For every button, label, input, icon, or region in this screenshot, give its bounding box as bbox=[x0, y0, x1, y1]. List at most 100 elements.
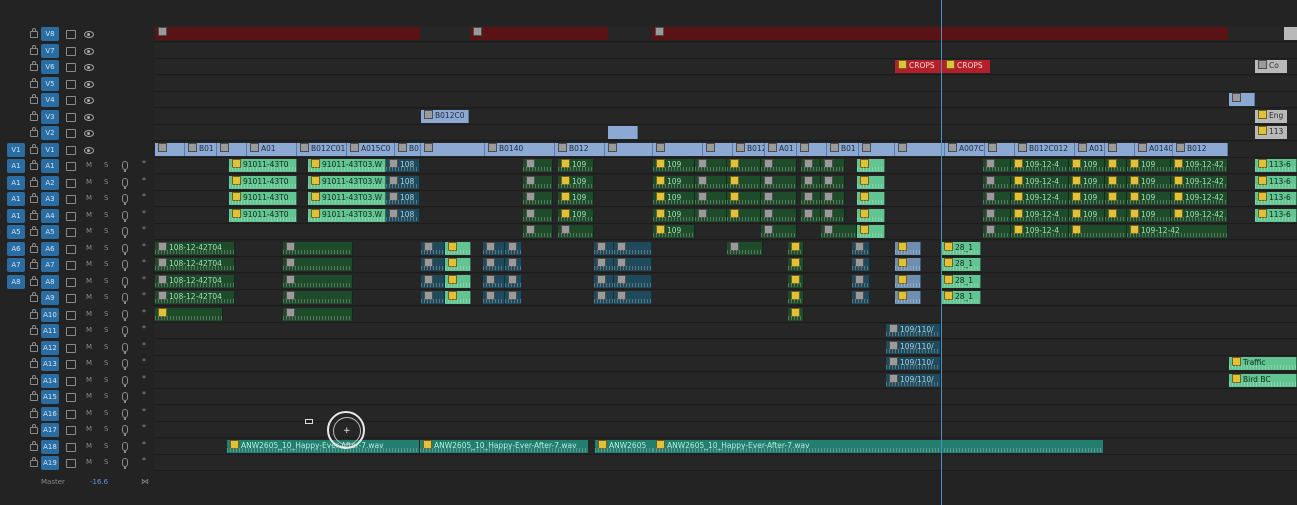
sync-lock-icon[interactable] bbox=[66, 96, 76, 105]
clip[interactable]: 109 bbox=[653, 159, 695, 172]
clip[interactable] bbox=[283, 242, 353, 255]
clip[interactable]: ANW2605 bbox=[595, 440, 653, 453]
lane-a8[interactable]: 108-12-42T04 28_1 bbox=[154, 274, 1297, 290]
clip[interactable] bbox=[155, 27, 420, 40]
clip[interactable]: 109-12-42 bbox=[1127, 225, 1228, 238]
clip[interactable]: 91011-43T03.W bbox=[308, 192, 386, 205]
sync-lock-icon[interactable] bbox=[66, 426, 76, 435]
track-target-a6[interactable]: A6 bbox=[41, 242, 59, 256]
microphone-icon[interactable] bbox=[122, 442, 128, 453]
microphone-icon[interactable] bbox=[122, 211, 128, 222]
clip[interactable] bbox=[983, 225, 1011, 238]
track-target-a2[interactable]: A2 bbox=[41, 176, 59, 190]
eye-icon[interactable] bbox=[84, 48, 94, 55]
clip[interactable] bbox=[801, 192, 821, 205]
lock-icon[interactable] bbox=[30, 342, 38, 352]
mute-button[interactable]: M bbox=[86, 260, 92, 268]
solo-button[interactable]: S bbox=[104, 178, 108, 186]
clip[interactable]: 109-12-42 bbox=[1171, 176, 1228, 189]
sync-lock-icon[interactable] bbox=[66, 80, 76, 89]
lane-v3[interactable]: B012C0 Eng bbox=[154, 109, 1297, 125]
eye-icon[interactable] bbox=[84, 114, 94, 121]
clip[interactable]: CROPS bbox=[895, 60, 943, 73]
microphone-icon[interactable] bbox=[122, 227, 128, 238]
lane-a2[interactable]: 91011-43T0 91011-43T03.W 108 109 109 109-12-4… bbox=[154, 175, 1297, 191]
lock-icon[interactable] bbox=[30, 391, 38, 401]
solo-button[interactable]: S bbox=[104, 194, 108, 202]
lock-icon[interactable] bbox=[30, 61, 38, 71]
lock-icon[interactable] bbox=[30, 226, 38, 236]
source-patch-a8[interactable]: A8 bbox=[7, 275, 25, 289]
mute-button[interactable]: M bbox=[86, 227, 92, 235]
clip[interactable]: 108-12-42T04 bbox=[155, 258, 235, 271]
lane-a5[interactable]: 109 109-12-4 109-12-42 bbox=[154, 224, 1297, 240]
track-target-a14[interactable]: A14 bbox=[41, 374, 59, 388]
clip[interactable] bbox=[695, 176, 727, 189]
clip[interactable]: 109 bbox=[1069, 176, 1105, 189]
clip[interactable] bbox=[801, 176, 821, 189]
clip[interactable]: 108 bbox=[386, 176, 420, 189]
sync-lock-icon[interactable] bbox=[66, 344, 76, 353]
sync-lock-icon[interactable] bbox=[66, 261, 76, 270]
lane-v7[interactable] bbox=[154, 43, 1297, 59]
clip[interactable] bbox=[788, 308, 804, 321]
solo-button[interactable]: S bbox=[104, 211, 108, 219]
lane-a9[interactable]: 108-12-42T04 28_1 bbox=[154, 290, 1297, 306]
clip[interactable] bbox=[983, 159, 1011, 172]
microphone-icon[interactable] bbox=[122, 343, 128, 354]
clip[interactable]: 108 bbox=[386, 159, 420, 172]
clip[interactable]: 109-12-4 bbox=[1011, 192, 1069, 205]
sync-lock-icon[interactable] bbox=[66, 459, 76, 468]
sync-lock-icon[interactable] bbox=[66, 410, 76, 419]
clip[interactable]: B0140 bbox=[485, 143, 555, 156]
lane-a13[interactable]: 109/110/Traffic bbox=[154, 356, 1297, 372]
clip[interactable]: B012 bbox=[1173, 143, 1228, 156]
clip[interactable]: 108 bbox=[386, 209, 420, 222]
clip[interactable]: 109/110/ bbox=[886, 341, 941, 354]
clip[interactable] bbox=[895, 143, 945, 156]
mute-button[interactable]: M bbox=[86, 310, 92, 318]
clip[interactable]: 113-6 bbox=[1255, 176, 1297, 189]
lock-icon[interactable] bbox=[30, 127, 38, 137]
clip[interactable] bbox=[788, 258, 804, 271]
clip[interactable] bbox=[421, 291, 445, 304]
track-target-a9[interactable]: A9 bbox=[41, 291, 59, 305]
clip[interactable]: 109 bbox=[1069, 209, 1105, 222]
clip[interactable]: 109 bbox=[653, 209, 695, 222]
clip[interactable]: 113-6 bbox=[1255, 192, 1297, 205]
lane-v2[interactable]: 113 bbox=[154, 125, 1297, 141]
track-target-a8[interactable]: A8 bbox=[41, 275, 59, 289]
clip[interactable] bbox=[523, 192, 553, 205]
clip[interactable]: 91011-43T03.W bbox=[308, 176, 386, 189]
microphone-icon[interactable] bbox=[122, 310, 128, 321]
lock-icon[interactable] bbox=[30, 94, 38, 104]
clip[interactable] bbox=[695, 209, 727, 222]
clip[interactable]: B012 bbox=[733, 143, 765, 156]
mute-button[interactable]: M bbox=[86, 211, 92, 219]
lock-icon[interactable] bbox=[30, 243, 38, 253]
clip[interactable] bbox=[470, 27, 608, 40]
clip[interactable]: 28_1 bbox=[941, 275, 981, 288]
microphone-icon[interactable] bbox=[122, 425, 128, 436]
clip[interactable]: 91011-43T0 bbox=[229, 192, 297, 205]
clip[interactable] bbox=[283, 258, 353, 271]
clip[interactable]: 109 bbox=[1127, 192, 1171, 205]
clip[interactable] bbox=[985, 143, 1015, 156]
mute-button[interactable]: M bbox=[86, 178, 92, 186]
clip[interactable]: 91011-43T03.W bbox=[308, 159, 386, 172]
clip[interactable] bbox=[445, 242, 471, 255]
clip[interactable]: B01 bbox=[185, 143, 217, 156]
clip[interactable] bbox=[1229, 93, 1255, 106]
clip[interactable] bbox=[1069, 225, 1127, 238]
lock-icon[interactable] bbox=[30, 144, 38, 154]
clip[interactable] bbox=[788, 242, 804, 255]
sync-lock-icon[interactable] bbox=[66, 47, 76, 56]
clip[interactable] bbox=[852, 275, 870, 288]
clip[interactable]: 91011-43T0 bbox=[229, 159, 297, 172]
track-target-a18[interactable]: A18 bbox=[41, 440, 59, 454]
clip[interactable] bbox=[983, 176, 1011, 189]
track-target-a13[interactable]: A13 bbox=[41, 357, 59, 371]
clip[interactable]: B012C011 bbox=[297, 143, 347, 156]
clip[interactable] bbox=[445, 291, 471, 304]
solo-button[interactable]: S bbox=[104, 310, 108, 318]
